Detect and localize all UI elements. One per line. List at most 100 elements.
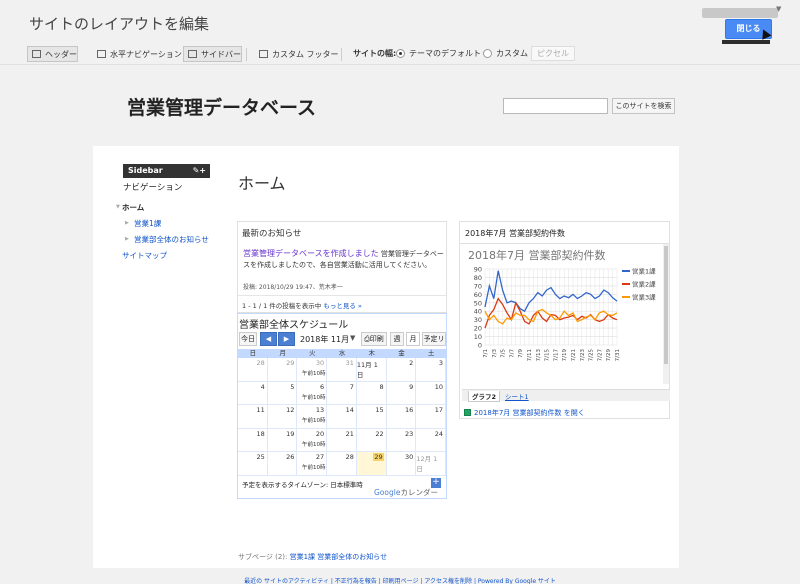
width-custom-radio[interactable] (483, 49, 492, 58)
toolbar-header-toggle[interactable]: ヘッダー (27, 46, 78, 62)
week-view-tab[interactable]: 週 (390, 332, 404, 346)
site-search-button[interactable]: このサイトを検索 (612, 98, 675, 114)
calendar-week: 18 19 20 午前10時 21 22 23 24 (238, 428, 447, 452)
calendar-day[interactable]: 12 (268, 405, 298, 428)
toolbar-footer-toggle[interactable]: カスタム フッター (254, 46, 340, 62)
sidebar-header[interactable]: Sidebar ✎+ (123, 164, 210, 178)
collapse-triangle-icon[interactable]: ▶ (125, 220, 129, 226)
sidebar-item-sitemap[interactable]: サイトマップ (122, 250, 167, 261)
calendar-weekday-header: 日月火水木金土 (238, 349, 446, 358)
width-default-radio[interactable] (396, 49, 405, 58)
day-number: 21 (345, 429, 354, 438)
announcement-post: 営業管理データベースを作成しました 営業管理データベースを作成しましたので、各自… (243, 248, 446, 271)
calendar-day[interactable]: 11 (238, 405, 268, 428)
print-button[interactable]: ⎙印刷 (361, 332, 387, 346)
calendar-day[interactable]: 8 (357, 381, 387, 404)
calendar-day[interactable]: 2 (387, 358, 417, 381)
subpage-link[interactable]: 営業部全体のお知らせ (317, 553, 387, 561)
agenda-view-tab[interactable]: 予定リ (422, 332, 446, 346)
pixel-width-input[interactable]: ピクセル (531, 46, 575, 61)
calendar-day[interactable]: 21 (327, 428, 357, 451)
calendar-day[interactable]: 20 午前10時 (297, 428, 328, 451)
sidebar-layout-icon (188, 50, 197, 58)
calendar-event[interactable]: 午前10時 (299, 440, 328, 448)
calendar-day[interactable]: 27 午前10時 (297, 452, 328, 475)
today-button[interactable]: 今日 (239, 332, 257, 346)
calendar-day[interactable]: 12月 1日 (416, 452, 447, 475)
y-tick-label: 90 (474, 266, 482, 274)
calendar-day[interactable]: 6 午前10時 (297, 381, 328, 404)
calendar-day[interactable]: 25 (238, 452, 268, 475)
calendar-day[interactable]: 24 (416, 428, 447, 451)
tab-sheet1[interactable]: シート1 (502, 391, 532, 401)
site-search-input[interactable] (503, 98, 608, 114)
sheet-tabs: グラフ2 シート1 (462, 389, 670, 402)
x-tick-label: 7/5 (501, 349, 507, 358)
collapse-triangle-icon[interactable]: ▶ (125, 236, 129, 242)
calendar-day[interactable]: 13 午前10時 (297, 405, 328, 428)
tab-graph2[interactable]: グラフ2 (468, 391, 501, 402)
calendar-event[interactable]: 午前10時 (299, 369, 328, 377)
site-footer[interactable]: 最近の サイトのアクティビティ | 不正行為を報告 | 印刷用ページ | アクセ… (0, 576, 800, 584)
day-number: 7 (349, 382, 354, 391)
calendar-day[interactable]: 11月 1日 (357, 358, 387, 381)
day-number: 25 (256, 453, 265, 461)
calendar-day[interactable]: 30 (387, 452, 417, 475)
calendar-day[interactable]: 18 (238, 428, 268, 451)
calendar-day[interactable]: 30 午前10時 (297, 358, 328, 381)
day-number: 12 (286, 406, 295, 414)
google-calendar-logo[interactable]: Googleカレンダー (374, 487, 438, 498)
calendar-day[interactable]: 26 (268, 452, 298, 475)
calendar-event[interactable]: 午前10時 (299, 463, 328, 471)
calendar-event[interactable]: 午前10時 (299, 393, 328, 401)
calendar-day[interactable]: 4 (238, 381, 268, 404)
day-number: 8 (379, 382, 384, 391)
calendar-day[interactable]: 31 (327, 358, 357, 381)
edit-add-icon[interactable]: ✎+ (193, 164, 206, 178)
calendar-day[interactable]: 10 (416, 381, 447, 404)
chart-scrollbar[interactable] (663, 244, 669, 384)
calendar-day[interactable]: 22 (357, 428, 387, 451)
calendar-day[interactable]: 7 (327, 381, 357, 404)
calendar-day[interactable]: 15 (357, 405, 387, 428)
account-menu[interactable] (702, 8, 778, 18)
scrollbar-thumb[interactable] (664, 246, 668, 364)
calendar-day[interactable]: 28 (238, 358, 268, 381)
chevron-down-icon[interactable]: ▼ (776, 5, 781, 13)
x-tick-label: 7/21 (571, 349, 577, 361)
calendar-day[interactable]: 16 (387, 405, 417, 428)
sidebar-item-announcements[interactable]: 営業部全体のお知らせ (134, 234, 209, 245)
calendar-month-label[interactable]: 2018年 11月 (300, 334, 349, 345)
calendar-day[interactable]: 29 (268, 358, 298, 381)
more-posts-link[interactable]: もっと見る » (323, 302, 362, 310)
navigation-label: ナビゲーション (123, 183, 183, 193)
calendar-day[interactable]: 14 (327, 405, 357, 428)
calendar-day[interactable]: 17 (416, 405, 447, 428)
calendar-day[interactable]: 19 (268, 428, 298, 451)
y-tick-label: 30 (474, 316, 482, 324)
month-view-tab[interactable]: 月 (406, 332, 420, 346)
day-number: 30 (405, 453, 414, 461)
expand-triangle-icon[interactable]: ▼ (116, 204, 120, 210)
calendar-day[interactable]: 23 (387, 428, 417, 451)
next-month-button[interactable]: ▶ (278, 332, 295, 346)
calendar-day[interactable]: 5 (268, 381, 298, 404)
subpage-link[interactable]: 営業1課 (290, 553, 315, 561)
chevron-down-icon[interactable]: ▼ (350, 334, 355, 342)
prev-month-button[interactable]: ◀ (260, 332, 277, 346)
calendar-day[interactable]: 3 (416, 358, 447, 381)
calendar-day[interactable]: 29 (356, 452, 387, 475)
calendar-day[interactable]: 28 (327, 452, 357, 475)
toolbar-horizontal-nav-toggle[interactable]: 水平ナビゲーション (92, 46, 183, 62)
open-spreadsheet-link[interactable]: 2018年7月 営業部契約件数 を開く (464, 408, 585, 418)
announcement-post-link[interactable]: 営業管理データベースを作成しました (243, 249, 379, 258)
calendar-event[interactable]: 午前10時 (299, 416, 328, 424)
sidebar-item-home[interactable]: ホーム (122, 202, 144, 213)
calendar-day[interactable]: 9 (387, 381, 417, 404)
sidebar-item-sales1[interactable]: 営業1課 (134, 218, 161, 229)
x-tick-label: 7/31 (615, 349, 621, 361)
day-number: 12月 1日 (416, 455, 438, 473)
line-chart: 2018年7月 営業部契約件数01020304050607080907/1 7/3… (468, 248, 656, 361)
announcements-title: 最新のお知らせ (242, 229, 302, 239)
toolbar-sidebar-toggle[interactable]: サイドバー (183, 46, 242, 62)
